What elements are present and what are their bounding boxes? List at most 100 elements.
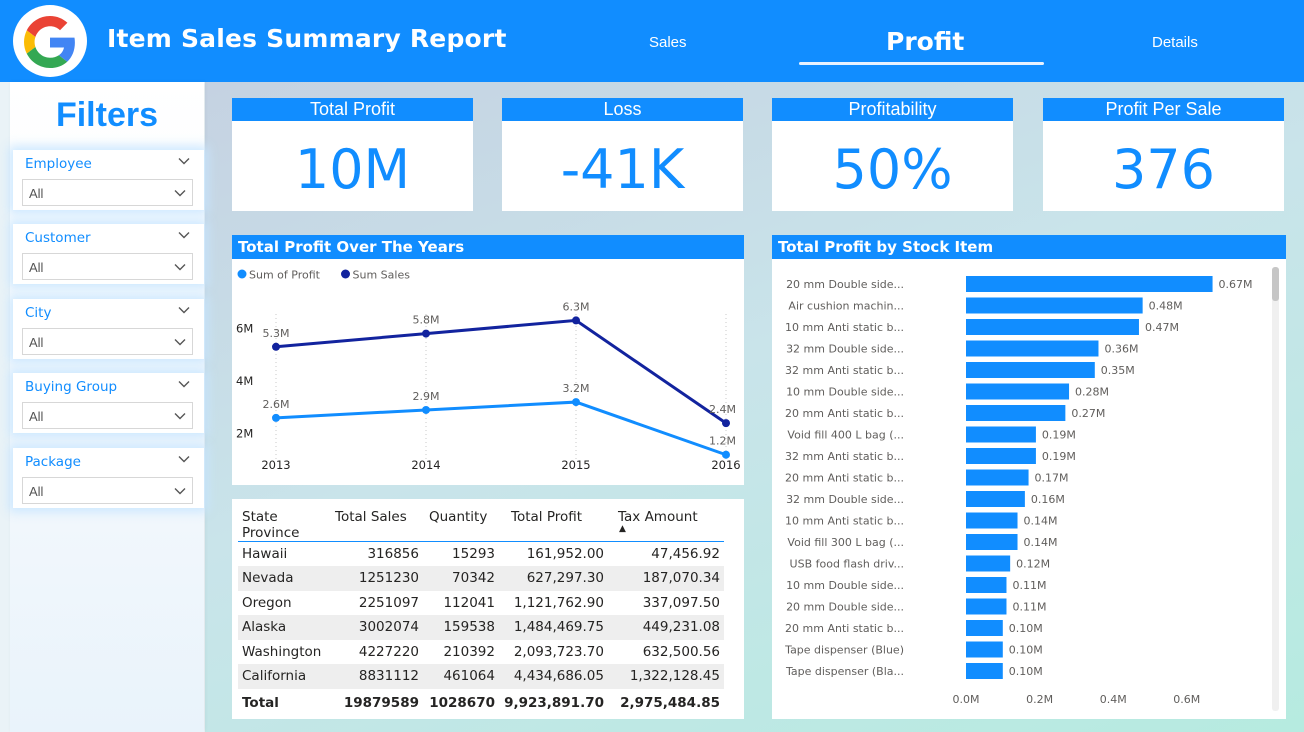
- bar-chart-panel[interactable]: Total Profit by Stock Item 20 mm Double …: [772, 235, 1286, 719]
- data-point[interactable]: [572, 398, 580, 407]
- filter-dropdown-buying-group[interactable]: All: [22, 402, 193, 429]
- filter-employee: Employee All: [13, 150, 204, 210]
- category-label: Air cushion machin...: [788, 300, 904, 313]
- data-point[interactable]: [422, 405, 430, 414]
- scrollbar-thumb[interactable]: [1272, 267, 1279, 301]
- bar-chart[interactable]: 20 mm Double side... 0.67M Air cushion mac…: [772, 259, 1286, 719]
- data-label: 0.27M: [1071, 407, 1105, 420]
- chevron-down-icon[interactable]: [176, 227, 192, 243]
- bar[interactable]: [966, 534, 1018, 550]
- col-header-tax-amount[interactable]: Tax Amount ▲: [608, 505, 724, 542]
- table-cell: 4227220: [358, 643, 419, 660]
- kpi-label: Loss: [502, 98, 743, 121]
- table-row[interactable]: Washington 4227220 210392 2,093,723.70 632,5…: [238, 640, 724, 665]
- bar[interactable]: [966, 362, 1095, 378]
- table-cell: 2,093,723.70: [513, 643, 604, 660]
- table-cell: California: [238, 664, 335, 689]
- legend-label[interactable]: Sum Sales: [353, 269, 411, 282]
- line-chart[interactable]: Sum of Profit Sum Sales 2M 4M 6M 2013 2014 2015…: [232, 259, 744, 485]
- chevron-down-icon[interactable]: [176, 153, 192, 169]
- data-point[interactable]: [722, 419, 730, 428]
- series-line[interactable]: [275, 400, 727, 457]
- table-row[interactable]: Hawaii 316856 15293 161,952.00 47,456.92: [238, 542, 724, 567]
- data-point[interactable]: [272, 413, 280, 422]
- bar[interactable]: [966, 405, 1066, 421]
- col-header-quantity[interactable]: Quantity: [423, 505, 499, 542]
- bar[interactable]: [966, 555, 1011, 572]
- table-row[interactable]: Nevada 1251230 70342 627,297.30 187,070.34: [238, 566, 724, 591]
- data-label: 0.48M: [1149, 300, 1183, 313]
- scrollbar-track[interactable]: [1272, 267, 1279, 711]
- line-chart-panel[interactable]: Total Profit Over The Years Sum of Profi…: [232, 235, 744, 485]
- table-header-row: State Province Total Sales Quantity Tota…: [238, 505, 724, 542]
- google-logo: [13, 5, 87, 77]
- category-label: 32 mm Anti static b...: [785, 364, 904, 377]
- data-label: 1.2M: [709, 435, 736, 448]
- table-cell: 1,322,128.45: [608, 664, 724, 689]
- table-total-cell: 1028670: [429, 694, 495, 711]
- table-row[interactable]: California 8831112 461064 4,434,686.05 1,322…: [238, 664, 724, 689]
- tab-details[interactable]: Details: [1152, 34, 1198, 51]
- x-tick-label: 2014: [411, 458, 440, 472]
- filter-dropdown-employee[interactable]: All: [22, 179, 193, 206]
- bar[interactable]: [966, 620, 1003, 636]
- data-label: 5.8M: [413, 314, 440, 327]
- data-point[interactable]: [272, 342, 280, 351]
- bar[interactable]: [966, 598, 1007, 615]
- x-tick-label: 2015: [561, 458, 590, 472]
- chevron-down-icon[interactable]: [176, 376, 192, 392]
- header-bar: Item Sales Summary Report Sales Profit D…: [0, 0, 1304, 82]
- bar[interactable]: [966, 469, 1029, 486]
- table-cell: 47,456.92: [651, 546, 720, 562]
- bar[interactable]: [966, 663, 1003, 679]
- kpi-value: 10M: [294, 138, 411, 201]
- filter-dropdown-city[interactable]: All: [22, 328, 193, 355]
- col-header-state[interactable]: State Province: [238, 505, 335, 542]
- tab-profit[interactable]: Profit: [886, 27, 964, 56]
- chevron-down-icon[interactable]: [176, 451, 192, 467]
- data-point[interactable]: [572, 316, 580, 325]
- chevron-down-icon: [172, 408, 188, 424]
- col-header-total-sales[interactable]: Total Sales: [335, 505, 423, 542]
- filter-label: City: [25, 305, 52, 321]
- table-total-cell: Total: [242, 694, 279, 711]
- table-cell: 627,297.30: [499, 566, 608, 591]
- bar[interactable]: [966, 512, 1018, 529]
- table-cell: 1,121,762.90: [513, 594, 604, 611]
- col-header-total-profit[interactable]: Total Profit: [499, 505, 608, 542]
- bar[interactable]: [966, 641, 1003, 658]
- x-tick-label: 0.0M: [953, 693, 980, 706]
- category-label: Tape dispenser (Bla...: [785, 665, 904, 678]
- filter-package: Package All: [13, 448, 204, 508]
- filter-selected-value: All: [29, 484, 44, 499]
- filter-dropdown-customer[interactable]: All: [22, 253, 193, 280]
- data-label: 0.17M: [1035, 472, 1069, 485]
- bar[interactable]: [966, 448, 1036, 464]
- bar[interactable]: [966, 319, 1139, 335]
- filter-dropdown-package[interactable]: All: [22, 477, 193, 504]
- table-row[interactable]: Oregon 2251097 112041 1,121,762.90 337,097.5…: [238, 591, 724, 616]
- report-title: Item Sales Summary Report: [107, 24, 507, 53]
- x-tick-label: 2013: [261, 458, 290, 472]
- bar[interactable]: [966, 276, 1213, 292]
- chevron-down-icon[interactable]: [176, 302, 192, 318]
- bar[interactable]: [966, 491, 1025, 507]
- bar[interactable]: [966, 340, 1099, 357]
- tab-sales[interactable]: Sales: [649, 34, 687, 51]
- table-row[interactable]: Alaska 3002074 159538 1,484,469.75 449,231.0…: [238, 615, 724, 640]
- kpi-label: Profit Per Sale: [1043, 98, 1284, 121]
- filter-label: Employee: [25, 156, 92, 172]
- series-line[interactable]: [275, 318, 727, 425]
- chevron-down-icon: [172, 259, 188, 275]
- filter-city: City All: [13, 299, 204, 359]
- legend-label[interactable]: Sum of Profit: [249, 269, 321, 282]
- bar[interactable]: [966, 577, 1007, 593]
- data-label: 0.14M: [1024, 515, 1058, 528]
- data-point[interactable]: [422, 329, 430, 338]
- x-tick-label: 0.4M: [1100, 693, 1127, 706]
- bar[interactable]: [966, 383, 1070, 400]
- bar[interactable]: [966, 426, 1036, 443]
- bar[interactable]: [966, 297, 1143, 314]
- chevron-down-icon: [172, 483, 188, 499]
- data-point[interactable]: [722, 450, 730, 459]
